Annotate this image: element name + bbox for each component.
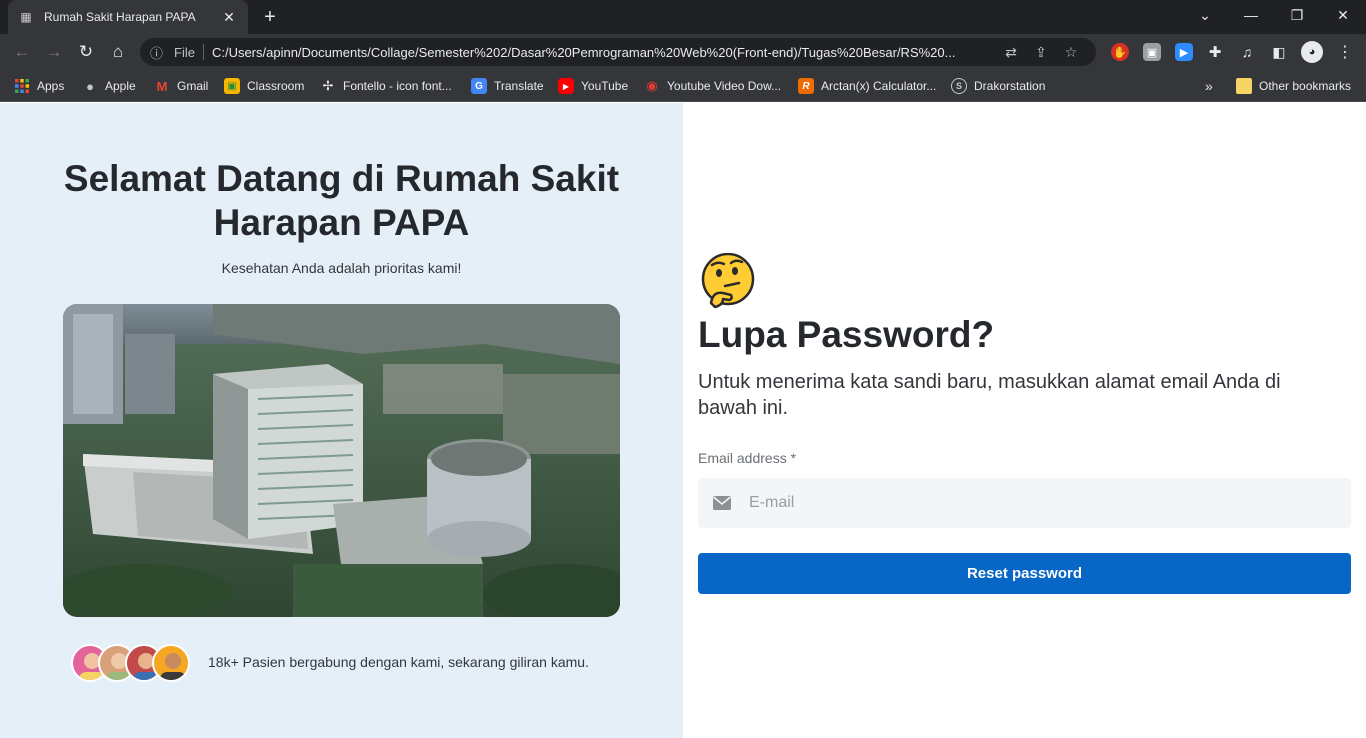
hospital-photo (63, 304, 620, 617)
bookmark-drakorstation[interactable]: S Drakorstation (951, 77, 1045, 95)
browser-tab[interactable]: ▦ Rumah Sakit Harapan PAPA ✕ (8, 0, 248, 34)
browser-tabstrip: ▦ Rumah Sakit Harapan PAPA ✕ + ⌄ — ❐ ✕ (0, 0, 1366, 34)
email-input[interactable] (749, 494, 1351, 512)
back-arrow-icon[interactable]: ← (10, 40, 34, 64)
bookmark-apple[interactable]: ● Apple (82, 77, 136, 95)
extension-zoom-icon[interactable]: ▶ (1175, 43, 1193, 61)
page-title: Lupa Password? (698, 314, 995, 355)
bookmark-youtube-downloader[interactable]: ◉ Youtube Video Dow... (644, 77, 781, 95)
forward-arrow-icon[interactable]: → (42, 40, 66, 64)
url-text[interactable]: C:/Users/apinn/Documents/Collage/Semeste… (212, 45, 996, 60)
avatar (152, 644, 190, 682)
tab-title: Rumah Sakit Harapan PAPA (44, 10, 196, 24)
bookmark-youtube[interactable]: ▶ YouTube (558, 77, 628, 95)
forgot-password-panel: Lupa Password? Untuk menerima kata sandi… (683, 103, 1366, 738)
bookmark-label: Translate (494, 79, 544, 93)
media-control-icon[interactable]: ♫ (1238, 43, 1256, 61)
bookmark-label: Youtube Video Dow... (667, 79, 782, 93)
reset-password-button[interactable]: Reset password (698, 553, 1351, 594)
tab-favicon-icon: ▦ (20, 10, 32, 24)
bookmark-gmail[interactable]: M Gmail (154, 77, 209, 95)
close-window-button[interactable]: ✕ (1320, 0, 1366, 30)
side-panel-icon[interactable]: ◧ (1270, 43, 1288, 61)
bookmark-label: Drakorstation (974, 79, 1046, 93)
patients-joined-text: 18k+ Pasien bergabung dengan kami, sekar… (208, 654, 589, 670)
download-icon: ◉ (646, 78, 658, 93)
fontello-icon: ✢ (322, 78, 334, 93)
calculator-icon: R (798, 78, 814, 94)
drakor-icon: S (951, 78, 967, 94)
classroom-icon: ▣ (224, 78, 240, 94)
page-description: Untuk menerima kata sandi baru, masukkan… (698, 371, 1281, 419)
bookmark-star-icon[interactable]: ☆ (1056, 44, 1086, 61)
minimize-button[interactable]: — (1228, 0, 1274, 30)
new-tab-button[interactable]: + (258, 5, 282, 29)
address-bar[interactable]: ⓘ File C:/Users/apinn/Documents/Collage/… (140, 38, 1096, 66)
site-info-icon[interactable]: ⓘ (150, 43, 168, 62)
envelope-icon (713, 496, 731, 510)
bookmarks-bar: Apps ● Apple M Gmail ▣ Classroom ✢ Fonte… (0, 70, 1366, 102)
omnibox-divider (202, 44, 204, 60)
profile-avatar[interactable]: ◕ (1301, 41, 1323, 63)
bookmark-apps[interactable]: Apps (14, 77, 64, 95)
reload-icon[interactable]: ↻ (74, 40, 98, 64)
apple-icon: ● (86, 78, 94, 94)
tab-close-icon[interactable]: ✕ (220, 9, 238, 26)
bookmark-translate[interactable]: G Translate (471, 77, 544, 95)
extension-stop-icon[interactable]: ✋ (1111, 43, 1129, 61)
gmail-icon: M (156, 78, 168, 94)
thinking-face-icon (701, 252, 757, 309)
bookmark-arctan-calculator[interactable]: R Arctan(x) Calculator... (798, 77, 936, 95)
omnibox-scheme: File (174, 44, 195, 60)
bookmark-label: Fontello - icon font... (343, 79, 452, 93)
welcome-title: Selamat Datang di Rumah Sakit Harapan PA… (63, 158, 620, 243)
email-field[interactable] (698, 478, 1351, 528)
translate-page-icon[interactable]: ⇄ (996, 44, 1026, 61)
youtube-icon: ▶ (558, 78, 574, 94)
bookmark-label: Gmail (177, 79, 209, 93)
bookmark-fontello[interactable]: ✢ Fontello - icon font... (320, 77, 452, 95)
bookmark-classroom[interactable]: ▣ Classroom (224, 77, 304, 95)
extension-photo-icon[interactable]: ▣ (1143, 43, 1161, 61)
apps-grid-icon (14, 78, 30, 94)
welcome-subtitle: Kesehatan Anda adalah prioritas kami! (221, 260, 462, 276)
bookmark-label: Classroom (247, 79, 305, 93)
welcome-panel: Selamat Datang di Rumah Sakit Harapan PA… (0, 103, 683, 738)
share-icon[interactable]: ⇪ (1026, 44, 1056, 61)
other-bookmarks-label: Other bookmarks (1259, 79, 1352, 93)
bookmark-label: YouTube (581, 79, 629, 93)
bookmark-label: Arctan(x) Calculator... (821, 79, 937, 93)
folder-icon (1236, 78, 1252, 94)
bookmark-label: Apps (37, 79, 65, 93)
patient-avatars (71, 644, 195, 682)
browser-toolbar: ← → ↻ ⌂ ⓘ File C:/Users/apinn/Documents/… (0, 34, 1366, 70)
bookmarks-overflow-button[interactable]: » (1205, 77, 1213, 95)
other-bookmarks-folder[interactable]: Other bookmarks (1236, 77, 1351, 95)
translate-icon: G (471, 78, 487, 94)
tab-search-icon[interactable]: ⌄ (1182, 0, 1228, 30)
extensions-puzzle-icon[interactable]: ✚ (1206, 43, 1224, 61)
email-label: Email address * (698, 450, 797, 466)
browser-menu-icon[interactable]: ⋮ (1336, 43, 1354, 61)
bookmark-label: Apple (105, 79, 136, 93)
restore-button[interactable]: ❐ (1274, 0, 1320, 30)
home-icon[interactable]: ⌂ (106, 40, 130, 64)
